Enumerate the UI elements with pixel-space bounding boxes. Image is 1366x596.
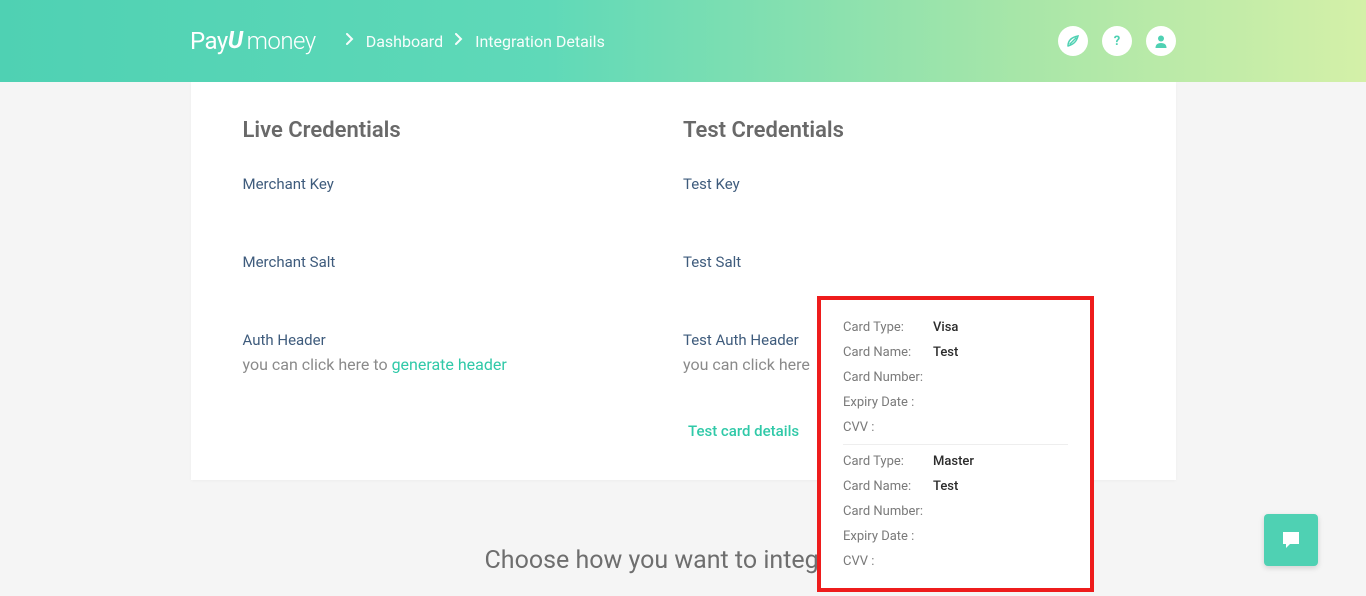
- test-auth-help-prefix: you can click here: [683, 355, 810, 374]
- cvv-label: CVV :: [843, 420, 933, 435]
- auth-header-label: Auth Header: [243, 331, 684, 349]
- generate-header-link[interactable]: generate header: [392, 355, 507, 374]
- chevron-right-icon: [346, 33, 354, 49]
- test-card-popover: Card Type:Visa Card Name:Test Card Numbe…: [817, 296, 1094, 592]
- card-name-value: Test: [933, 345, 958, 360]
- cvv-label: CVV :: [843, 554, 933, 569]
- help-icon[interactable]: ?: [1102, 26, 1132, 56]
- auth-help-prefix: you can click here to: [243, 355, 392, 374]
- content-wrapper: Live Credentials Merchant Key Merchant S…: [0, 82, 1366, 480]
- logo-text-pay: Pay: [190, 27, 228, 55]
- expiry-label: Expiry Date :: [843, 529, 933, 544]
- test-salt-label: Test Salt: [683, 253, 1124, 271]
- breadcrumb: Dashboard Integration Details: [334, 32, 605, 51]
- svg-text:?: ?: [1114, 34, 1120, 49]
- leaf-icon[interactable]: [1058, 26, 1088, 56]
- card-type-value: Master: [933, 454, 974, 469]
- test-credentials-title: Test Credentials: [683, 118, 1124, 143]
- integrate-heading: Choose how you want to integrate...: [0, 546, 1366, 575]
- breadcrumb-integration-details[interactable]: Integration Details: [475, 32, 605, 51]
- card-name-value: Test: [933, 479, 958, 494]
- logo[interactable]: PayUmoney: [190, 27, 316, 55]
- card-name-label: Card Name:: [843, 479, 933, 494]
- card-name-label: Card Name:: [843, 345, 933, 360]
- test-key-label: Test Key: [683, 175, 1124, 193]
- live-credentials-title: Live Credentials: [243, 118, 684, 143]
- card-number-label: Card Number:: [843, 370, 933, 385]
- auth-help-text: you can click here to generate header: [243, 355, 684, 374]
- chat-icon: [1280, 529, 1302, 551]
- chat-button[interactable]: [1264, 514, 1318, 566]
- expiry-label: Expiry Date :: [843, 395, 933, 410]
- header-actions: ?: [1058, 26, 1176, 56]
- breadcrumb-dashboard[interactable]: Dashboard: [366, 32, 443, 51]
- card-type-label: Card Type:: [843, 320, 933, 335]
- merchant-salt-label: Merchant Salt: [243, 253, 684, 271]
- card-number-label: Card Number:: [843, 504, 933, 519]
- live-credentials-column: Live Credentials Merchant Key Merchant S…: [243, 118, 684, 440]
- chevron-right-icon: [455, 33, 463, 49]
- card-type-label: Card Type:: [843, 454, 933, 469]
- popover-divider: [843, 444, 1068, 445]
- page-header: PayUmoney Dashboard Integration Details …: [0, 0, 1366, 82]
- logo-text-u: U: [228, 26, 243, 54]
- logo-text-money: money: [247, 27, 316, 55]
- user-icon[interactable]: [1146, 26, 1176, 56]
- merchant-key-label: Merchant Key: [243, 175, 684, 193]
- card-type-value: Visa: [933, 320, 958, 335]
